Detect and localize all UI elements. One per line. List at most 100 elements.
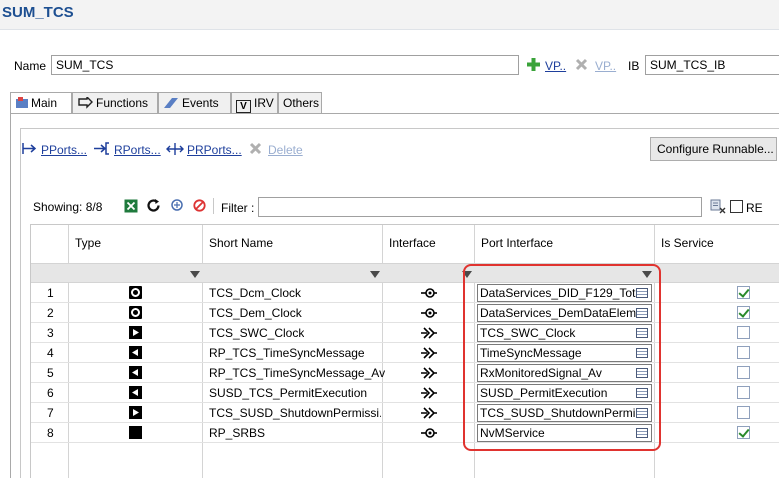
tab-others-label: Others: [283, 96, 320, 110]
table-row[interactable]: 6 SUSD_TCS_PermitExecution SUSD_PermitEx…: [31, 383, 779, 403]
sr-interface-icon: [421, 407, 437, 419]
sr-interface-icon: [421, 347, 437, 359]
configure-runnable-button[interactable]: Configure Runnable...: [650, 137, 777, 161]
refresh-icon[interactable]: [146, 198, 161, 213]
required-port-icon: [129, 366, 142, 379]
add-prports-link[interactable]: PRPorts...: [187, 143, 242, 157]
tab-events-label: Events: [182, 96, 219, 110]
provided-port-icon: [129, 326, 142, 339]
row-number: 2: [47, 306, 54, 320]
short-name-cell[interactable]: TCS_Dcm_Clock: [203, 283, 301, 303]
toolbar-separator: [213, 198, 214, 214]
row-number: 4: [47, 346, 54, 360]
showing-count: Showing: 8/8: [33, 200, 103, 214]
is-service-checkbox[interactable]: [737, 326, 750, 339]
row-number: 7: [47, 406, 54, 420]
delete-link: Delete: [268, 143, 303, 157]
ports-table: Type Short Name Interface Port Interface…: [30, 224, 779, 478]
table-row[interactable]: 7 TCS_SUSD_ShutdownPermissi... TCS_SUSD_…: [31, 403, 779, 423]
column-filter-row: [31, 263, 779, 283]
ib-label: IB: [628, 59, 640, 73]
regex-label: RE: [746, 201, 763, 215]
pports-icon: [22, 142, 38, 155]
remove-vp-link: VP..: [595, 59, 617, 73]
short-name-cell[interactable]: TCS_Dem_Clock: [203, 303, 302, 323]
prports-icon: [166, 142, 184, 156]
table-row[interactable]: 3 TCS_SWC_Clock TCS_SWC_Clock: [31, 323, 779, 343]
short-name-cell[interactable]: TCS_SUSD_ShutdownPermissi...: [203, 403, 381, 423]
short-name-cell[interactable]: RP_TCS_TimeSyncMessage: [203, 343, 365, 363]
is-service-checkbox[interactable]: [737, 346, 750, 359]
excel-export-icon[interactable]: [124, 199, 138, 213]
is-service-checkbox[interactable]: [737, 426, 750, 439]
filter-input[interactable]: [258, 197, 702, 217]
regex-checkbox[interactable]: [730, 200, 743, 213]
filter-label: Filter :: [221, 201, 255, 215]
short-name-cell[interactable]: TCS_SWC_Clock: [203, 323, 304, 343]
is-service-checkbox[interactable]: [737, 306, 750, 319]
cs-interface-icon: [421, 287, 437, 299]
cs-interface-icon: [421, 427, 437, 439]
table-row[interactable]: 4 RP_TCS_TimeSyncMessage TimeSyncMessage: [31, 343, 779, 363]
add-vp-link[interactable]: VP..: [545, 59, 566, 73]
editor-title-bar: SUM_TCS: [0, 0, 779, 30]
table-row[interactable]: 1 TCS_Dcm_Clock DataServices_DID_F129_To…: [31, 283, 779, 303]
name-input[interactable]: SUM_TCS: [51, 55, 519, 75]
sr-interface-icon: [421, 327, 437, 339]
column-header-is-service[interactable]: Is Service: [655, 225, 720, 263]
tab-others[interactable]: Others: [278, 92, 322, 114]
sr-interface-icon: [421, 387, 437, 399]
clear-filter-icon[interactable]: [193, 199, 206, 212]
filter-settings-icon[interactable]: [170, 198, 184, 212]
column-header-port-interface[interactable]: Port Interface: [475, 225, 559, 263]
add-icon[interactable]: [527, 58, 540, 71]
row-number: 5: [47, 366, 54, 380]
functions-tab-icon: [77, 95, 93, 109]
tab-main-label: Main: [31, 96, 58, 110]
add-rports-link[interactable]: RPorts...: [114, 143, 161, 157]
tab-irv[interactable]: V IRV: [231, 92, 278, 114]
tab-irv-label: IRV: [254, 96, 274, 110]
short-name-filter-icon[interactable]: [370, 271, 380, 278]
short-name-cell[interactable]: RP_SRBS: [203, 423, 265, 443]
main-tab-icon: [15, 97, 29, 109]
column-header-interface[interactable]: Interface: [383, 225, 442, 263]
row-number: 8: [47, 426, 54, 440]
irv-tab-icon: V: [236, 100, 251, 113]
tab-functions[interactable]: Functions: [72, 92, 158, 114]
column-header-short-name[interactable]: Short Name: [203, 225, 279, 263]
clear-filter-text-icon[interactable]: [710, 199, 726, 214]
highlight-annotation: [463, 264, 661, 451]
table-row[interactable]: 2 TCS_Dem_Clock DataServices_DemDataElem…: [31, 303, 779, 323]
required-port-icon: [129, 386, 142, 399]
client-server-port-icon: [129, 286, 142, 299]
ib-input[interactable]: SUM_TCS_IB: [645, 55, 779, 75]
client-server-port-icon: [129, 306, 142, 319]
name-label: Name: [14, 59, 47, 73]
short-name-cell[interactable]: RP_TCS_TimeSyncMessage_Av: [203, 363, 385, 383]
is-service-checkbox[interactable]: [737, 406, 750, 419]
is-service-checkbox[interactable]: [737, 386, 750, 399]
type-filter-icon[interactable]: [190, 271, 200, 278]
table-row[interactable]: 8 RP_SRBS NvMService: [31, 423, 779, 443]
is-service-checkbox[interactable]: [737, 366, 750, 379]
row-number: 3: [47, 326, 54, 340]
provided-port-icon: [129, 406, 142, 419]
client-port-icon: [129, 426, 142, 439]
cs-interface-icon: [421, 307, 437, 319]
editor-title: SUM_TCS: [2, 4, 74, 21]
tab-main[interactable]: Main: [10, 92, 72, 115]
rports-icon: [93, 142, 111, 155]
tab-events[interactable]: Events: [158, 92, 231, 114]
remove-icon: [575, 58, 588, 71]
events-tab-icon: [163, 97, 179, 109]
column-header-type[interactable]: Type: [69, 225, 107, 263]
required-port-icon: [129, 346, 142, 359]
row-number: 6: [47, 386, 54, 400]
row-number: 1: [47, 286, 54, 300]
tab-functions-label: Functions: [96, 96, 149, 110]
table-row[interactable]: 5 RP_TCS_TimeSyncMessage_Av RxMonitoredS…: [31, 363, 779, 383]
short-name-cell[interactable]: SUSD_TCS_PermitExecution: [203, 383, 367, 403]
add-pports-link[interactable]: PPorts...: [41, 143, 87, 157]
is-service-checkbox[interactable]: [737, 286, 750, 299]
